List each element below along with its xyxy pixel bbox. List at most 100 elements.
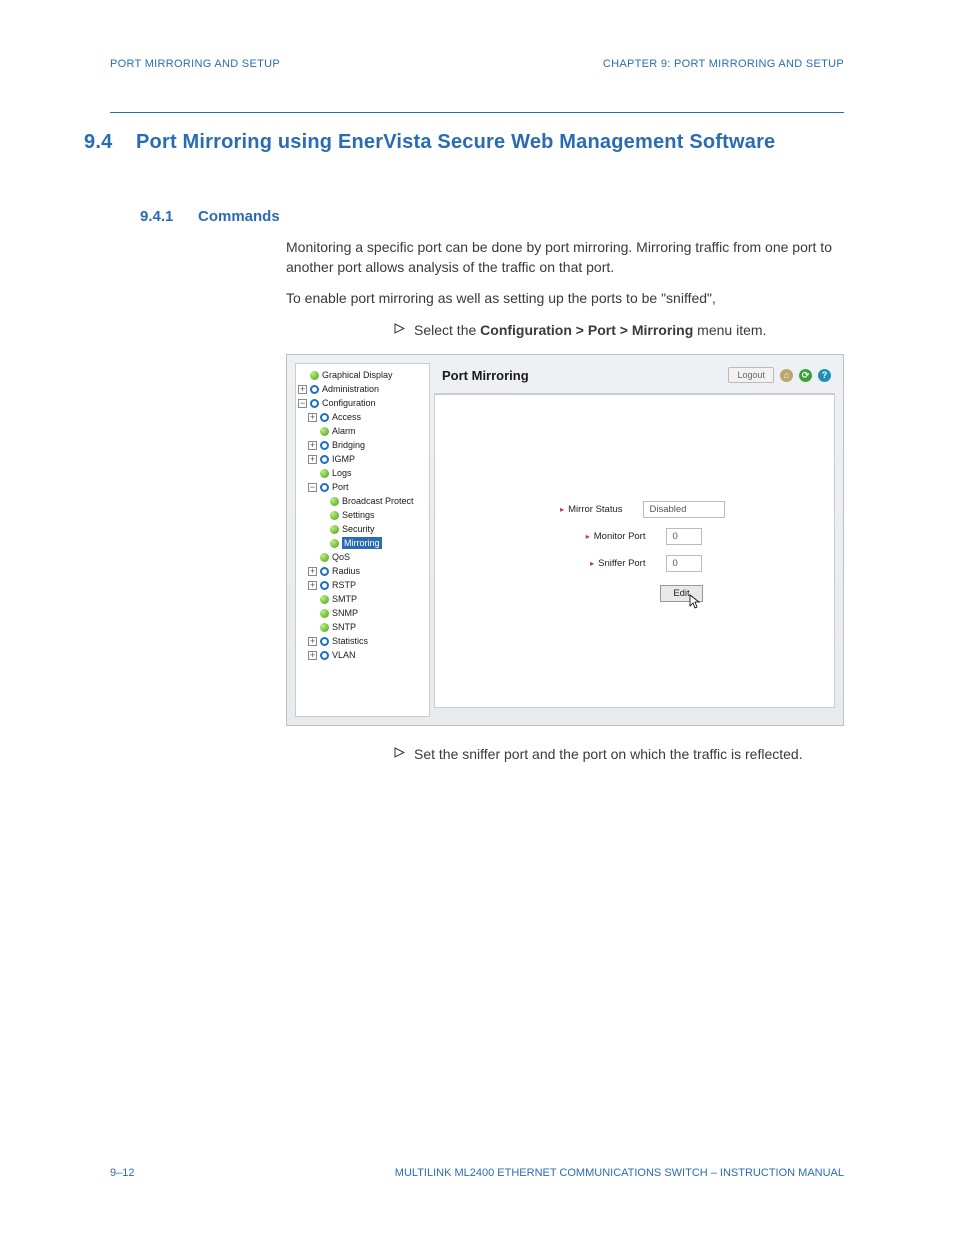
folder-icon: [320, 441, 329, 450]
tree-item[interactable]: Alarm: [298, 424, 427, 438]
tree-item-label: IGMP: [332, 453, 355, 465]
logout-button[interactable]: Logout: [728, 367, 774, 383]
leaf-icon: [320, 469, 329, 478]
expand-icon[interactable]: +: [298, 385, 307, 394]
folder-icon: [320, 455, 329, 464]
tree-item[interactable]: Logs: [298, 466, 427, 480]
expand-icon[interactable]: +: [308, 441, 317, 450]
field-label: Mirror Status: [568, 504, 622, 515]
expand-icon[interactable]: +: [308, 651, 317, 660]
tree-item[interactable]: + Administration: [298, 382, 427, 396]
tree-item-label: SNMP: [332, 607, 358, 619]
bullet-icon: ▸: [590, 559, 594, 568]
tree-item-label: QoS: [332, 551, 350, 563]
tree-item[interactable]: Security: [298, 522, 427, 536]
tree-item[interactable]: Mirroring: [298, 536, 427, 550]
subsection-title-text: Commands: [198, 208, 280, 225]
page-number: 9–12: [110, 1167, 134, 1179]
collapse-icon[interactable]: −: [308, 483, 317, 492]
content-pane: Port Mirroring Logout ⌂ ⟳ ? ▸ Mirror Stat…: [434, 363, 835, 717]
form: ▸Mirror Status Disabled ▸Monitor Port 0 …: [435, 501, 834, 599]
mirror-status-field[interactable]: Disabled: [643, 501, 725, 518]
tree-item-label: Graphical Display: [322, 369, 393, 381]
tree-item[interactable]: + IGMP: [298, 452, 427, 466]
tree-item[interactable]: Graphical Display: [298, 368, 427, 382]
tree-item-label: Radius: [332, 565, 360, 577]
bullet-icon: ▸: [586, 532, 590, 541]
paragraph: Monitoring a specific port can be done b…: [0, 225, 954, 278]
expand-icon[interactable]: +: [308, 413, 317, 422]
help-icon[interactable]: ?: [818, 369, 831, 382]
triangle-icon: [394, 744, 406, 764]
tree-item-label: Logs: [332, 467, 352, 479]
expand-icon[interactable]: +: [308, 567, 317, 576]
leaf-icon: [320, 553, 329, 562]
running-header: PORT MIRRORING AND SETUP CHAPTER 9: PORT…: [0, 0, 954, 70]
folder-icon: [320, 483, 329, 492]
tree-item-label: Administration: [322, 383, 379, 395]
nav-tree[interactable]: Graphical Display + Administration−Configu…: [295, 363, 430, 717]
tree-item[interactable]: Broadcast Protect: [298, 494, 427, 508]
field-label: Sniffer Port: [598, 558, 645, 569]
bullet-icon: ▸: [560, 505, 564, 514]
tree-item[interactable]: +VLAN: [298, 648, 427, 662]
leaf-icon: [320, 609, 329, 618]
tree-item-label: Alarm: [332, 425, 356, 437]
folder-icon: [320, 567, 329, 576]
folder-icon: [310, 399, 319, 408]
leaf-icon: [320, 623, 329, 632]
tree-item-label: Access: [332, 411, 361, 423]
step-item: Set the sniffer port and the port on whi…: [0, 726, 954, 764]
folder-icon: [320, 651, 329, 660]
section-title-text: Port Mirroring using EnerVista Secure We…: [136, 131, 775, 154]
expand-icon[interactable]: +: [308, 637, 317, 646]
tree-item[interactable]: Settings: [298, 508, 427, 522]
header-left: PORT MIRRORING AND SETUP: [110, 58, 280, 70]
monitor-port-field[interactable]: 0: [666, 528, 702, 545]
home-icon[interactable]: ⌂: [780, 369, 793, 382]
expand-icon[interactable]: +: [308, 455, 317, 464]
leaf-icon: [320, 595, 329, 604]
cursor-icon: [688, 594, 702, 613]
leaf-icon: [310, 371, 319, 380]
tree-item-label: Security: [342, 523, 375, 535]
header-right: CHAPTER 9: PORT MIRRORING AND SETUP: [603, 58, 844, 70]
tree-item-label: RSTP: [332, 579, 356, 591]
tree-item-label: Bridging: [332, 439, 365, 451]
content-header: Port Mirroring Logout ⌂ ⟳ ?: [434, 363, 835, 394]
leaf-icon: [330, 539, 339, 548]
refresh-icon[interactable]: ⟳: [799, 369, 812, 382]
footer-doc-title: MULTILINK ML2400 ETHERNET COMMUNICATIONS…: [395, 1167, 844, 1179]
step-text: Set the sniffer port and the port on whi…: [414, 744, 803, 764]
tree-item[interactable]: + RSTP: [298, 578, 427, 592]
tree-item[interactable]: −Configuration: [298, 396, 427, 410]
leaf-icon: [330, 511, 339, 520]
folder-icon: [320, 637, 329, 646]
tree-item[interactable]: + Radius: [298, 564, 427, 578]
step-text: Select the Configuration > Port > Mirror…: [414, 320, 766, 340]
content-body: ▸Mirror Status Disabled ▸Monitor Port 0 …: [434, 394, 835, 708]
tree-item[interactable]: + Access: [298, 410, 427, 424]
tree-item[interactable]: SNMP: [298, 606, 427, 620]
form-row-monitor-port: ▸Monitor Port 0: [568, 528, 702, 545]
tree-item[interactable]: SNTP: [298, 620, 427, 634]
tree-item[interactable]: QoS: [298, 550, 427, 564]
running-footer: 9–12 MULTILINK ML2400 ETHERNET COMMUNICA…: [110, 1167, 844, 1179]
leaf-icon: [330, 497, 339, 506]
tree-item-label: Mirroring: [342, 537, 382, 549]
folder-icon: [320, 581, 329, 590]
tree-item[interactable]: + Bridging: [298, 438, 427, 452]
tree-item-label: SNTP: [332, 621, 356, 633]
paragraph: To enable port mirroring as well as sett…: [0, 278, 954, 308]
page-title: Port Mirroring: [442, 368, 529, 383]
sniffer-port-field[interactable]: 0: [666, 555, 702, 572]
folder-icon: [320, 413, 329, 422]
collapse-icon[interactable]: −: [298, 399, 307, 408]
tree-item[interactable]: SMTP: [298, 592, 427, 606]
screenshot-figure: Graphical Display + Administration−Configu…: [286, 354, 844, 726]
expand-icon[interactable]: +: [308, 581, 317, 590]
leaf-icon: [320, 427, 329, 436]
tree-item[interactable]: +Statistics: [298, 634, 427, 648]
leaf-icon: [330, 525, 339, 534]
tree-item[interactable]: −Port: [298, 480, 427, 494]
